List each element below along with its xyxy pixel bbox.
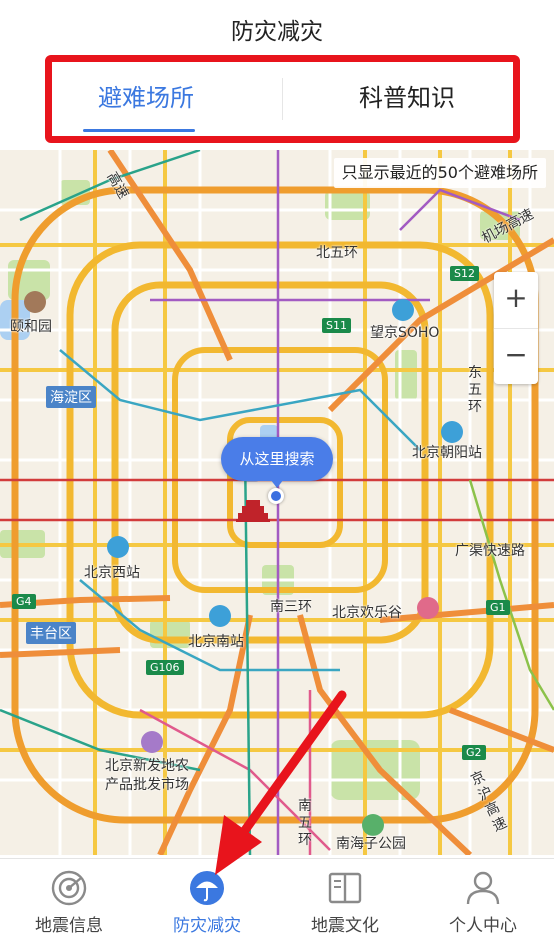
map-view[interactable]: 颐和园 海淀区 望京SOHO 北京朝阳站 北五环 机场高速 东五环 北京西站 丰… [0,150,554,855]
nav-earthquake-culture[interactable]: 地震文化 [276,859,414,943]
road-badge-g106: G106 [146,660,184,675]
map-label-beijing-south: 北京南站 [188,634,244,650]
building-poi-icon [392,299,414,321]
road-badge-g4: G4 [12,594,36,609]
map-label-beijing-west: 北京西站 [84,565,140,581]
map-label-fengtai: 丰台区 [26,622,76,644]
bottom-navigation: 地震信息 防灾减灾 地震文化 个人中心 [0,858,554,943]
zoom-out-button[interactable]: − [494,328,538,384]
map-label-guangqu: 广渠快速路 [455,543,525,559]
map-label-yiheyuan: 颐和园 [10,319,52,335]
palace-poi-icon [24,291,46,313]
map-label-xinfadi-line2: 产品批发市场 [105,777,189,793]
train-station-poi-icon [209,605,231,627]
current-location-marker [268,488,284,504]
market-poi-icon [141,731,163,753]
tab-shelters[interactable]: 避难场所 [66,78,226,128]
nearest-shelters-notice: 只显示最近的50个避难场所 [333,158,546,188]
map-label-haidian: 海淀区 [46,386,96,408]
nav-earthquake-info[interactable]: 地震信息 [0,859,138,943]
radar-icon [51,870,87,906]
train-station-poi-icon [107,536,129,558]
tab-bar-highlight: 避难场所 科普知识 [45,55,520,143]
nav-disaster-prevention-label: 防灾减灾 [173,916,241,936]
map-label-xinfadi-line1: 北京新发地农 [105,758,189,774]
tab-science-knowledge[interactable]: 科普知识 [317,78,497,128]
map-label-chaoyang-station: 北京朝阳站 [412,445,482,461]
nav-personal-center[interactable]: 个人中心 [414,859,552,943]
umbrella-icon [190,871,224,905]
nav-earthquake-culture-label: 地震文化 [311,916,379,936]
person-icon [466,871,500,905]
road-badge-g1: G1 [486,600,510,615]
map-label-nanwuhuan: 南五环 [298,798,312,848]
road-badge-s12: S12 [450,266,479,281]
map-label-wangjing: 望京SOHO [370,325,440,341]
zoom-control: + − [494,272,538,384]
map-label-happy-valley: 北京欢乐谷 [332,605,402,621]
book-icon [328,872,362,904]
map-label-beiwuhuan: 北五环 [316,245,358,261]
train-station-poi-icon [441,421,463,443]
active-tab-underline [83,129,195,132]
search-bubble-tail [270,479,284,488]
header: 防灾减灾 [0,0,554,58]
road-badge-g2: G2 [462,745,486,760]
zoom-in-button[interactable]: + [494,272,538,328]
map-label-dongwuhuan: 东五环 [468,365,482,415]
road-badge-s11: S11 [322,318,351,333]
tiananmen-icon [236,500,270,522]
amusement-park-poi-icon [417,597,439,619]
page-title: 防灾减灾 [231,19,323,45]
tab-divider [282,78,283,120]
map-label-nanhaizi: 南海子公园 [336,836,406,852]
map-label-nansanhuan: 南三环 [270,599,312,615]
nav-disaster-prevention[interactable]: 防灾减灾 [138,859,276,943]
search-here-button[interactable]: 从这里搜索 [221,437,333,481]
nav-personal-center-label: 个人中心 [449,916,517,936]
nav-earthquake-info-label: 地震信息 [35,916,103,936]
